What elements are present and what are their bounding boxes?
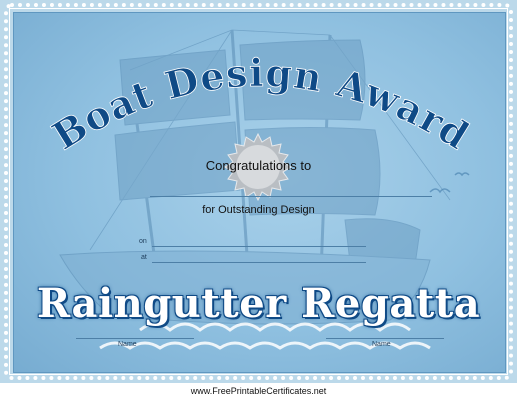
signature-label-left: Name	[118, 341, 137, 348]
recipient-name-line	[150, 196, 432, 197]
signature-label-right: Name	[372, 341, 391, 348]
event-name: Raingutter Regatta	[36, 280, 481, 327]
for-outstanding-text: for Outstanding Design	[202, 204, 315, 216]
svg-text:Boat Design Award: Boat Design Award	[44, 50, 477, 159]
footer-site: www.FreePrintableCertificates.net	[190, 386, 327, 396]
award-title: Boat Design Award	[44, 49, 477, 159]
congratulations-text: Congratulations to	[205, 158, 312, 173]
date-line	[152, 246, 366, 247]
location-label: at	[141, 254, 147, 261]
location-line	[152, 262, 366, 263]
date-label: on	[139, 238, 147, 245]
signature-line-left	[76, 338, 194, 339]
signature-line-right	[326, 338, 444, 339]
award-title-text: Boat Design Award	[44, 49, 477, 159]
